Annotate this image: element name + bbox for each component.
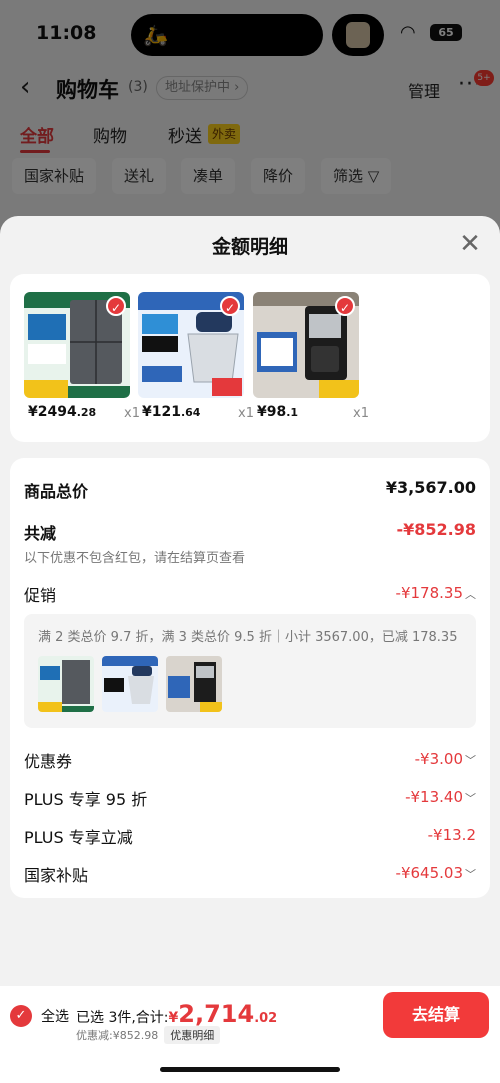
promo-coffee-thumbnail xyxy=(166,656,222,712)
chevron-down-icon: ﹀ xyxy=(465,792,476,805)
select-all-check-icon[interactable]: ✓ xyxy=(10,1005,32,1027)
product-quantity: x1 xyxy=(238,406,254,421)
national-subsidy-label: 国家补贴 xyxy=(24,866,89,885)
discount-summary: 优惠减:¥852.98 优惠明细 xyxy=(76,1026,221,1044)
promotion-detail-box: 满 2 类总价 9.7 折，满 3 类总价 9.5 折｜小计 3567.00，已… xyxy=(24,614,476,728)
plus-reduction-label: PLUS 专享立减 xyxy=(24,828,133,847)
promotion-label: 促销 xyxy=(24,586,57,605)
total-reduction-value: -¥852.98 xyxy=(396,520,476,539)
total-reduction-label: 共减 xyxy=(24,524,57,543)
product-quantity: x1 xyxy=(124,406,140,421)
amount-detail-sheet: 金额明细 ✕ ✓ ¥2494.28 x1 ✓ ¥121.64 x1 ✓ ¥98.… xyxy=(0,216,500,1083)
product-price: ¥2494.28 xyxy=(28,404,97,420)
selected-check-icon: ✓ xyxy=(335,296,355,316)
promotion-rule-text: 满 2 类总价 9.7 折，满 3 类总价 9.5 折｜小计 3567.00，已… xyxy=(38,630,458,645)
promo-chopper-thumbnail xyxy=(102,656,158,712)
plus-reduction-value: -¥13.2 xyxy=(427,826,476,844)
chevron-down-icon: ﹀ xyxy=(465,754,476,767)
coupon-label: 优惠券 xyxy=(24,752,73,771)
chevron-up-icon: ︿ xyxy=(465,588,476,601)
checkout-bar: ✓ 全选 已选 3件,合计:¥2,714.02 优惠减:¥852.98 优惠明细 … xyxy=(0,986,500,1083)
product-price: ¥98.1 xyxy=(257,404,299,420)
product-price: ¥121.64 xyxy=(142,404,201,420)
products-card: ✓ ¥2494.28 x1 ✓ ¥121.64 x1 ✓ ¥98.1 x1 xyxy=(10,274,490,442)
chevron-down-icon: ﹀ xyxy=(465,868,476,881)
national-subsidy-toggle[interactable]: -¥645.03 ﹀ xyxy=(396,864,476,882)
amount-detail-card: 商品总价 ¥3,567.00 共减 -¥852.98 以下优惠不包含红包，请在结… xyxy=(10,458,490,898)
total-amount: 2,714 xyxy=(178,1000,255,1028)
sheet-title: 金额明细 xyxy=(211,236,288,258)
discount-detail-button[interactable]: 优惠明细 xyxy=(164,1026,221,1044)
promotion-toggle[interactable]: -¥178.35 ︿ xyxy=(396,584,476,602)
checkout-button[interactable]: 去结算 xyxy=(383,992,489,1038)
goods-total-value: ¥3,567.00 xyxy=(385,478,476,497)
select-all-label[interactable]: 全选 xyxy=(41,1006,69,1026)
close-icon[interactable]: ✕ xyxy=(456,230,484,258)
selected-check-icon: ✓ xyxy=(106,296,126,316)
plus-discount-label: PLUS 专享 95 折 xyxy=(24,790,148,809)
total-summary: 已选 3件,合计:¥2,714.02 xyxy=(76,1000,278,1028)
promo-fridge-thumbnail xyxy=(38,656,94,712)
goods-total-label: 商品总价 xyxy=(24,482,89,501)
product-quantity: x1 xyxy=(353,406,369,421)
plus-discount-toggle[interactable]: -¥13.40 ﹀ xyxy=(405,788,476,806)
home-indicator xyxy=(160,1067,340,1072)
coupon-toggle[interactable]: -¥3.00 ﹀ xyxy=(415,750,476,768)
reduction-note: 以下优惠不包含红包，请在结算页查看 xyxy=(24,551,246,566)
selected-check-icon: ✓ xyxy=(220,296,240,316)
